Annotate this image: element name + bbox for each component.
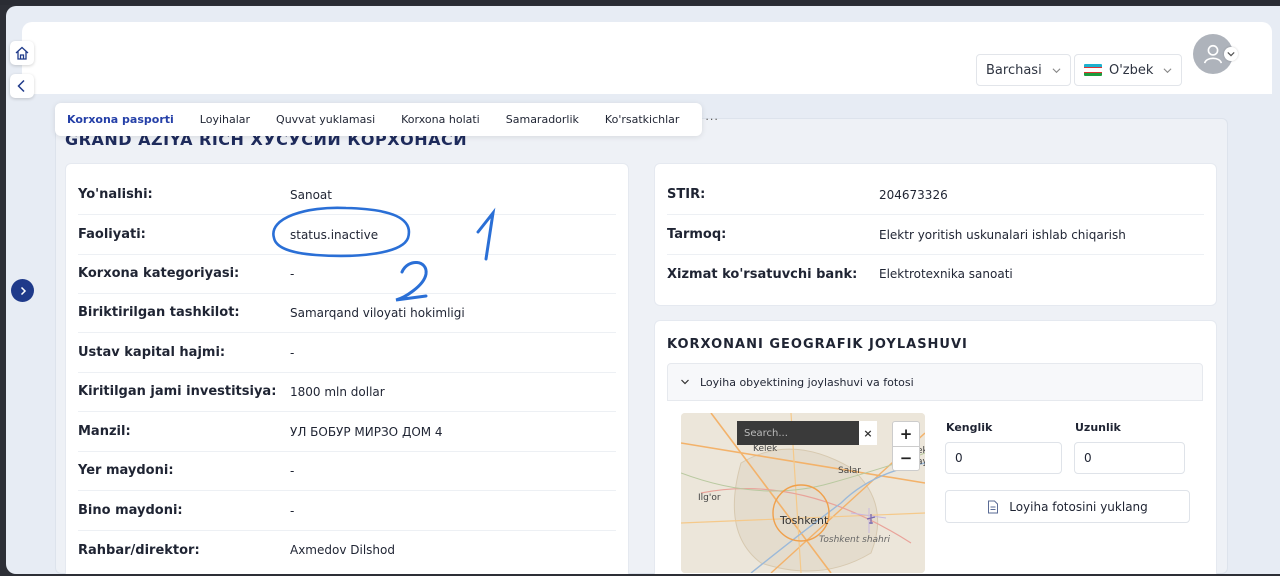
- info-label: Bino maydoni:: [78, 503, 183, 518]
- info-row: Bino maydoni: -: [78, 491, 616, 531]
- tab-more-button[interactable]: ···: [705, 113, 719, 126]
- info-value: 1800 mln dollar: [290, 384, 385, 399]
- enterprise-details-card: STIR: 204673326 Tarmoq: Elektr yoritish …: [654, 163, 1217, 306]
- map-label: Toshkent shahri: [819, 535, 890, 545]
- home-icon: [15, 46, 29, 60]
- back-button[interactable]: [10, 74, 34, 98]
- info-row: Tarmoq: Elektr yoritish uskunalari ishla…: [667, 215, 1204, 255]
- info-value: Elektrotexnika sanoati: [879, 267, 1013, 281]
- map-search-close-button[interactable]: ×: [859, 421, 877, 445]
- chevron-down-icon: [681, 379, 689, 385]
- home-button[interactable]: [10, 41, 34, 65]
- language-dropdown[interactable]: O'zbek: [1074, 54, 1183, 86]
- document-icon: [988, 500, 999, 513]
- map-label: Ilg'or: [698, 493, 721, 503]
- info-value: УЛ БОБУР МИРЗО ДОМ 4: [290, 424, 443, 439]
- info-label: Ustav kapital hajmi:: [78, 345, 226, 360]
- zoom-out-button[interactable]: −: [893, 447, 919, 471]
- browser-top-strip: [0, 0, 1280, 5]
- info-row: Faoliyati: status.inactive: [78, 215, 616, 255]
- uzbekistan-flag-icon: [1084, 64, 1102, 76]
- info-value: Axmedov Dilshod: [290, 543, 395, 557]
- chevron-down-icon: [1052, 67, 1061, 73]
- info-row: Kiritilgan jami investitsiya: 1800 mln d…: [78, 372, 616, 412]
- info-value: -: [290, 463, 295, 478]
- info-value: Elektr yoritish uskunalari ishlab chiqar…: [879, 227, 1126, 242]
- info-label: Korxona kategoriyasi:: [78, 266, 240, 281]
- tab-quvvat-yuklamasi[interactable]: Quvvat yuklamasi: [276, 113, 375, 126]
- info-row: Biriktirilgan tashkilot: Samarqand viloy…: [78, 293, 616, 333]
- tab-korxona-pasporti[interactable]: Korxona pasporti: [67, 113, 174, 126]
- info-value: Samarqand viloyati hokimligi: [290, 305, 465, 320]
- longitude-input[interactable]: 0: [1074, 442, 1185, 474]
- info-value: -: [290, 345, 295, 360]
- filter-dropdown[interactable]: Barchasi: [976, 54, 1071, 86]
- tab-korxona-holati[interactable]: Korxona holati: [401, 113, 480, 126]
- map-search-input[interactable]: Search...: [737, 421, 859, 445]
- app-window: Barchasi O'zbek GRAND AZIYA RICH ХУСУСИЙ…: [6, 6, 1280, 574]
- latitude-label: Kenglik: [946, 421, 993, 434]
- map-label: Toshkent: [780, 514, 829, 527]
- info-label: Tarmoq:: [667, 227, 727, 242]
- info-label: Rahbar/direktor:: [78, 542, 200, 558]
- info-label: Faoliyati:: [78, 227, 146, 242]
- airport-icon: [866, 514, 876, 524]
- info-row: Yer maydoni: -: [78, 451, 616, 491]
- info-label: STIR:: [667, 187, 706, 202]
- avatar-chevron-down-icon[interactable]: [1224, 47, 1238, 61]
- info-row: Ustav kapital hajmi: -: [78, 333, 616, 373]
- latitude-input[interactable]: 0: [945, 442, 1062, 474]
- info-label: Yer maydoni:: [78, 463, 174, 478]
- upload-photo-button[interactable]: Loyiha fotosini yuklang: [945, 490, 1190, 523]
- info-row: Manzil: УЛ БОБУР МИРЗО ДОМ 4: [78, 412, 616, 452]
- info-value: -: [290, 266, 295, 281]
- info-row: Rahbar/direktor: Axmedov Dilshod: [78, 530, 616, 570]
- map-label: Kelek: [753, 444, 778, 454]
- zoom-in-button[interactable]: +: [893, 422, 919, 447]
- sidebar-expand-button[interactable]: [11, 279, 34, 302]
- map-label: Salar: [838, 466, 861, 476]
- map-zoom-control: + −: [892, 421, 920, 471]
- language-dropdown-label: O'zbek: [1109, 62, 1154, 78]
- filter-dropdown-label: Barchasi: [986, 62, 1042, 78]
- geo-location-card: KORXONANI GEOGRAFIK JOYLASHUVI Loyiha ob…: [654, 320, 1217, 574]
- info-label: Xizmat ko'rsatuvchi bank:: [667, 266, 858, 282]
- upload-button-label: Loyiha fotosini yuklang: [1009, 499, 1148, 514]
- chevron-left-icon: [17, 79, 25, 93]
- info-value: -: [290, 503, 295, 518]
- chevron-right-icon: [20, 286, 26, 295]
- info-row: STIR: 204673326: [667, 175, 1204, 215]
- tab-bar: Korxona pasporti Loyihalar Quvvat yuklam…: [55, 103, 718, 136]
- tab-samaradorlik[interactable]: Samaradorlik: [506, 113, 579, 126]
- info-value: status.inactive: [290, 227, 379, 242]
- info-label: Kiritilgan jami investitsiya:: [78, 384, 277, 399]
- enterprise-info-card: Yo'nalishi: Sanoat Faoliyati: status.ina…: [65, 163, 629, 574]
- header-bar: Barchasi O'zbek: [22, 22, 1272, 94]
- info-row: Yo'nalishi: Sanoat: [78, 175, 616, 215]
- chevron-down-icon: [1163, 67, 1172, 73]
- user-icon: [1203, 44, 1223, 64]
- geo-section-title: KORXONANI GEOGRAFIK JOYLASHUVI: [667, 337, 968, 352]
- info-value: 204673326: [879, 187, 948, 202]
- tab-korsatkichlar[interactable]: Ko'rsatkichlar: [605, 113, 680, 126]
- accordion-label: Loyiha obyektining joylashuvi va fotosi: [700, 375, 914, 389]
- info-label: Biriktirilgan tashkilot:: [78, 305, 240, 320]
- location-accordion-header[interactable]: Loyiha obyektining joylashuvi va fotosi: [667, 363, 1203, 401]
- info-row: Korxona kategoriyasi: -: [78, 254, 616, 294]
- info-value: Sanoat: [290, 187, 332, 202]
- info-row: Xizmat ko'rsatuvchi bank: Elektrotexnika…: [667, 254, 1204, 294]
- tab-loyihalar[interactable]: Loyihalar: [200, 113, 250, 126]
- info-label: Yo'nalishi:: [78, 187, 153, 202]
- longitude-label: Uzunlik: [1075, 421, 1121, 434]
- location-map[interactable]: Kelek Salar Ilg'or Toshkent Toshkent sha…: [681, 413, 925, 573]
- info-label: Manzil:: [78, 424, 131, 439]
